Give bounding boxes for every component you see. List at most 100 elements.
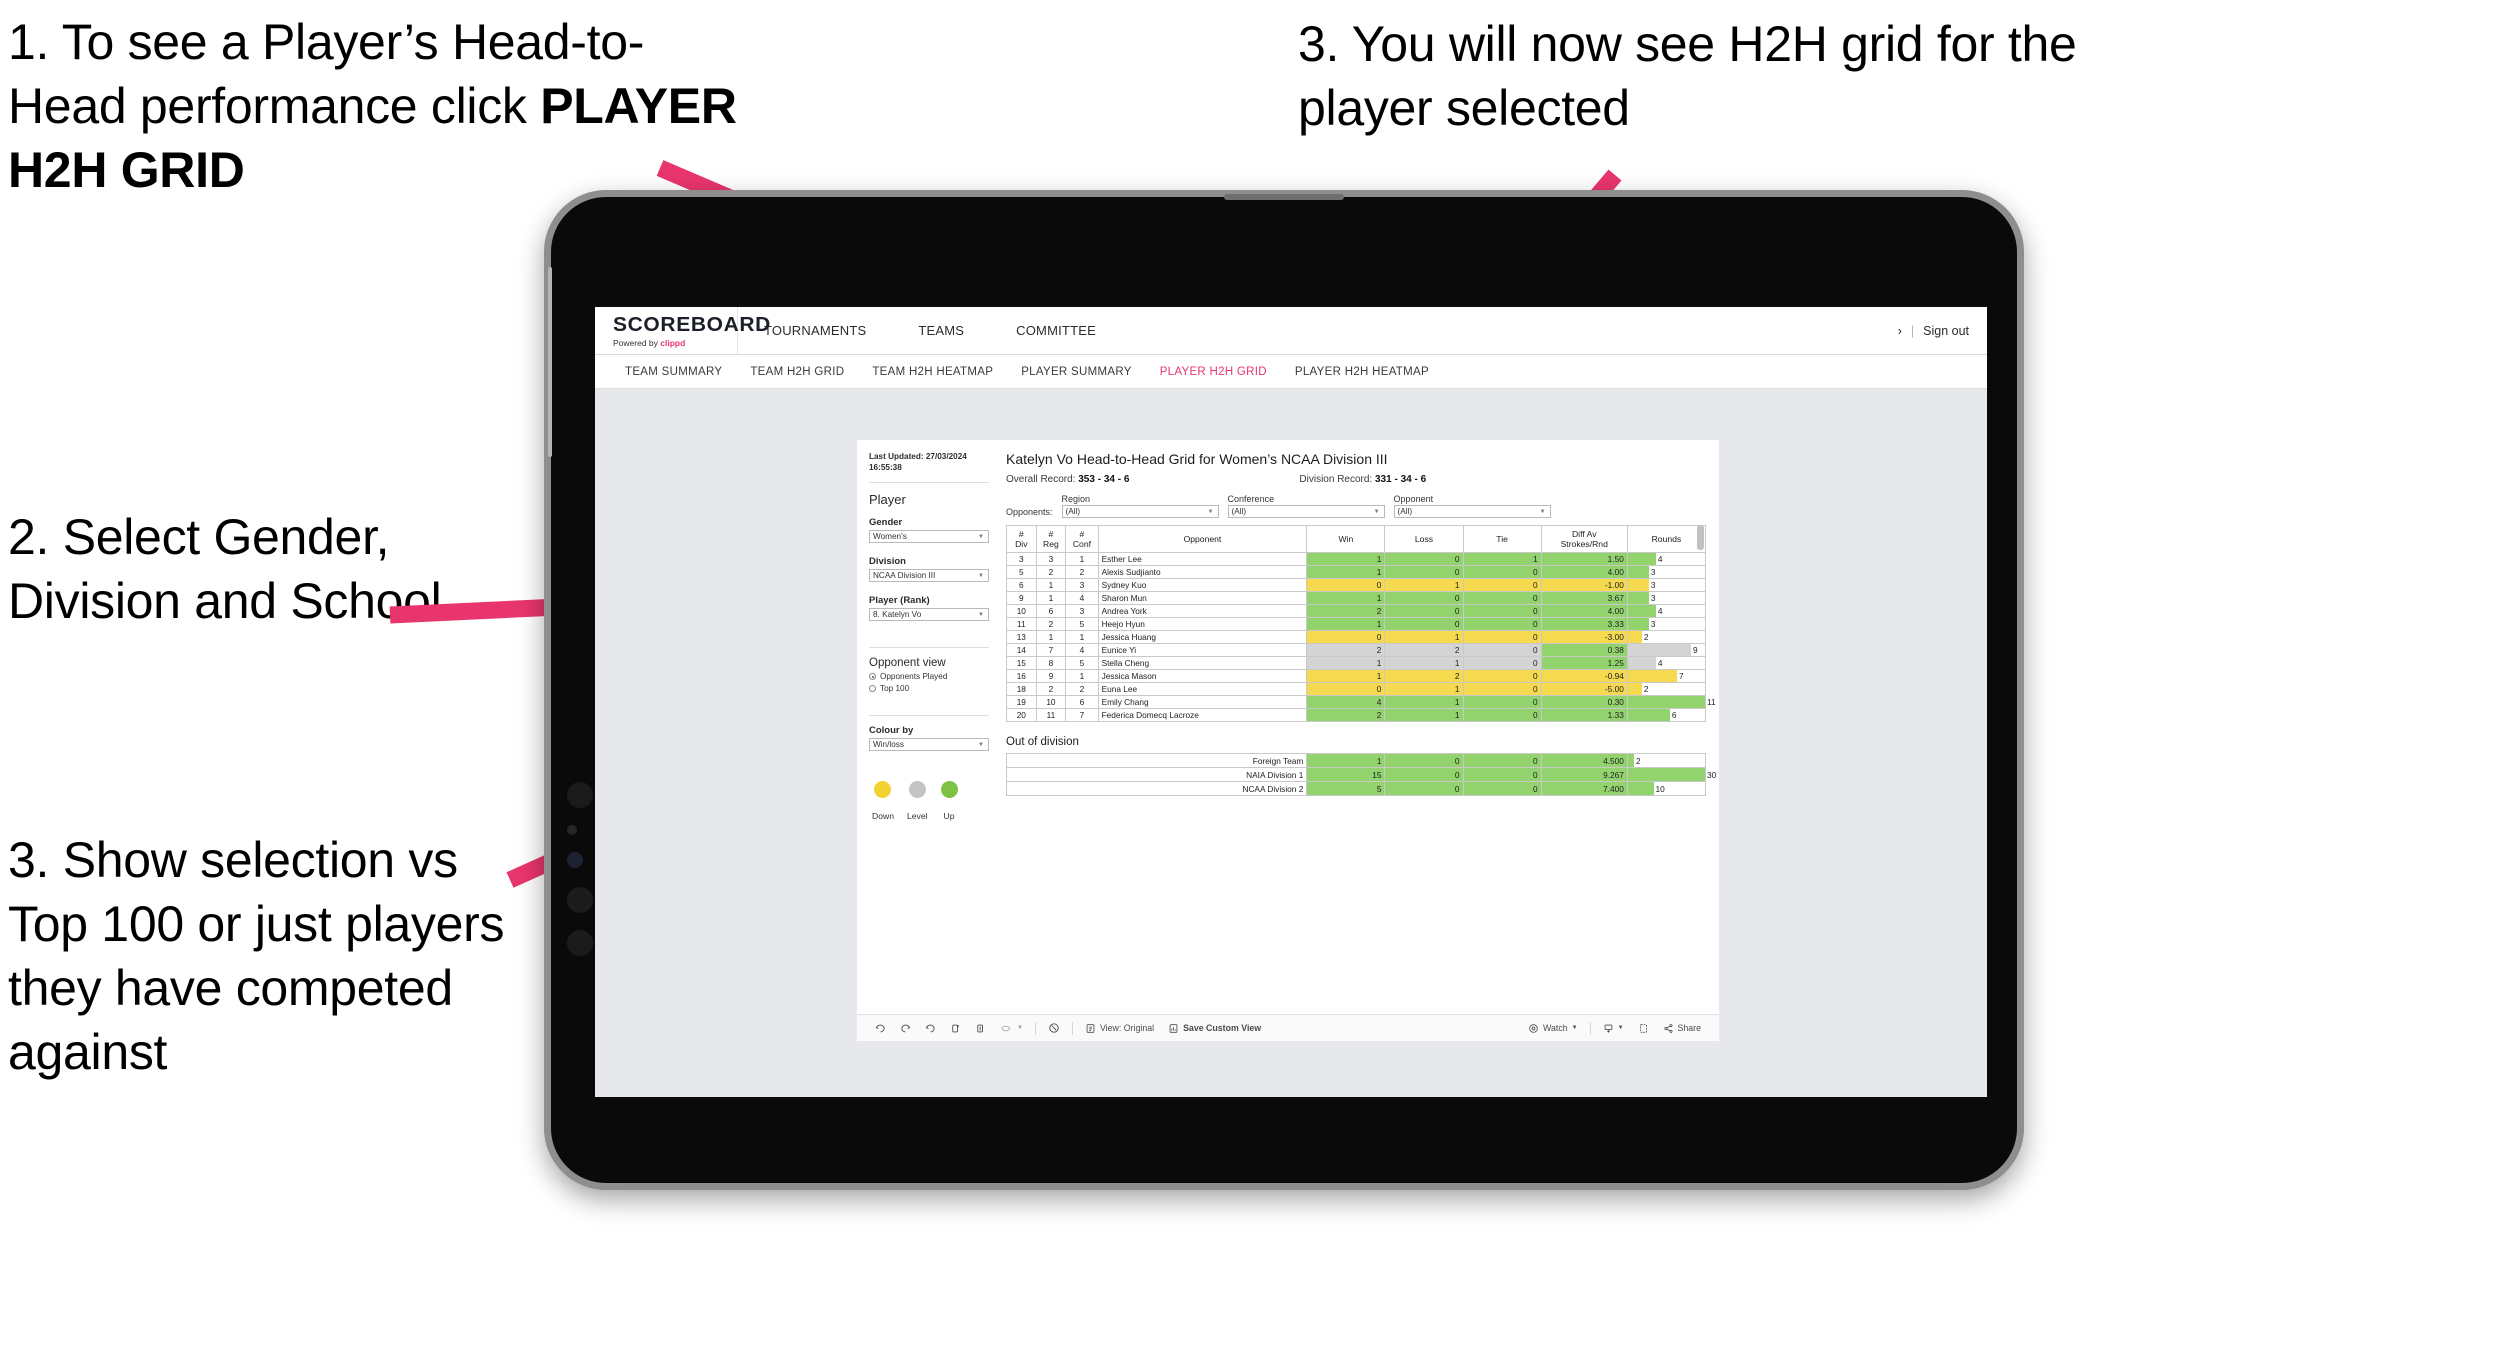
division-filter-select[interactable]: NCAA Division III ▼ <box>869 569 989 583</box>
cell-reg: 1 <box>1035 630 1067 644</box>
last-updated-text: Last Updated: 27/03/2024 16:55:38 <box>869 452 967 473</box>
save-custom-view-label: Save Custom View <box>1183 1023 1262 1033</box>
sign-out-link[interactable]: Sign out <box>1923 324 1969 338</box>
chevron-down-icon: ▼ <box>1207 508 1214 515</box>
undo-button[interactable] <box>868 1023 893 1034</box>
cell-loss: 1 <box>1384 630 1464 644</box>
redo-button[interactable] <box>893 1023 918 1034</box>
opponent-filter-select[interactable]: (All) ▼ <box>1393 505 1551 518</box>
cell-opponent: Esther Lee <box>1097 552 1308 566</box>
out-of-division-row[interactable]: Foreign Team 1 0 0 4.500 2 <box>1005 753 1707 768</box>
table-row[interactable]: 13 1 1 Jessica Huang 0 1 0 -3.00 2 <box>1006 630 1707 644</box>
reset-button[interactable] <box>1041 1022 1067 1034</box>
tab-team-summary[interactable]: TEAM SUMMARY <box>611 366 736 378</box>
tablet-microphone <box>567 825 577 835</box>
colour-by-label: Colour by <box>869 725 914 737</box>
gender-filter-select[interactable]: Women’s ▼ <box>869 530 989 544</box>
divider <box>869 647 989 649</box>
player-rank-filter-select[interactable]: 8. Katelyn Vo ▼ <box>869 608 989 622</box>
table-row[interactable]: 6 1 3 Sydney Kuo 0 1 0 -1.00 3 <box>1006 578 1707 592</box>
cell-div: 5 <box>1006 565 1037 579</box>
cell-diff: 0.30 <box>1540 695 1628 709</box>
table-scrollbar[interactable] <box>1697 525 1704 722</box>
cell-rounds: 4 <box>1626 656 1707 670</box>
radio-top-100[interactable]: Top 100 <box>869 684 989 693</box>
division-record-label: Division Record: <box>1299 474 1375 485</box>
tab-player-h2h-grid[interactable]: PLAYER H2H GRID <box>1146 366 1281 378</box>
table-row[interactable]: 14 7 4 Eunice Yi 2 2 0 0.38 9 <box>1006 643 1707 657</box>
cell-rounds: 3 <box>1626 591 1707 605</box>
conference-filter-value: (All) <box>1231 507 1247 516</box>
download-button[interactable]: ▼ <box>1596 1023 1631 1034</box>
table-row[interactable]: 16 9 1 Jessica Mason 1 2 0 -0.94 7 <box>1006 669 1707 683</box>
out-of-division-row[interactable]: NAIA Division 1 15 0 0 9.267 30 <box>1005 767 1716 782</box>
nav-item-teams[interactable]: TEAMS <box>892 307 990 354</box>
radio-opponents-played[interactable]: Opponents Played <box>869 672 989 681</box>
cell-reg: 8 <box>1035 656 1067 670</box>
cell-win: 2 <box>1306 643 1386 657</box>
brand-name: SCOREBOARD <box>613 313 771 336</box>
brand-tagline-accent: clippd <box>660 337 686 348</box>
pause-button[interactable] <box>968 1023 993 1034</box>
filter-sidebar: Last Updated: 27/03/2024 16:55:38 Player… <box>857 440 1001 1014</box>
table-row[interactable]: 20 11 7 Federica Domecq Lacroze 2 1 0 1.33 6 <box>1006 708 1707 722</box>
tab-team-h2h-grid[interactable]: TEAM H2H GRID <box>736 366 858 378</box>
divider <box>869 715 989 717</box>
cell-win: 15 <box>1306 767 1386 782</box>
colour-by-select[interactable]: Win/loss ▼ <box>869 738 989 752</box>
view-original-button[interactable]: View: Original <box>1078 1023 1161 1034</box>
tablet-button-power <box>567 930 593 956</box>
cell-reg: 10 <box>1035 695 1067 709</box>
table-row[interactable]: 9 1 4 Sharon Mun 1 0 0 3.67 3 <box>1006 591 1707 605</box>
radio-top-100-label: Top 100 <box>880 684 910 694</box>
save-custom-view-button[interactable]: Save Custom View <box>1161 1023 1268 1034</box>
region-filter-select[interactable]: (All) ▼ <box>1061 505 1219 518</box>
cell-diff: -0.94 <box>1540 669 1628 683</box>
tab-player-summary[interactable]: PLAYER SUMMARY <box>1007 366 1146 378</box>
table-row[interactable]: 19 10 6 Emily Chang 4 1 0 0.30 11 <box>1006 695 1716 709</box>
refresh-button[interactable] <box>943 1023 968 1034</box>
table-row[interactable]: 10 6 3 Andrea York 2 0 0 4.00 4 <box>1006 604 1707 618</box>
table-row[interactable]: 15 8 5 Stella Cheng 1 1 0 1.25 4 <box>1006 656 1707 670</box>
viz-main-pane: Katelyn Vo Head-to-Head Grid for Women’s… <box>1001 440 1719 1014</box>
cell-win: 0 <box>1306 630 1386 644</box>
table-row[interactable]: 5 2 2 Alexis Sudjianto 1 0 0 4.00 3 <box>1006 565 1707 579</box>
cell-div: 3 <box>1006 552 1037 566</box>
cell-tie: 1 <box>1462 552 1542 566</box>
highlight-button[interactable]: ▼ <box>993 1023 1030 1034</box>
tab-player-h2h-heatmap[interactable]: PLAYER H2H HEATMAP <box>1281 366 1443 378</box>
radio-icon-selected <box>869 673 876 681</box>
cell-tie: 0 <box>1462 656 1542 670</box>
cell-opponent: Euna Lee <box>1097 682 1308 696</box>
col-reg: # Reg <box>1035 525 1067 553</box>
h2h-grid-table: # Div # Reg # Conf Opponent Win Loss Tie Di… <box>1006 525 1716 722</box>
legend-item-down: Down <box>872 781 894 824</box>
table-body: 3 3 1 Esther Lee 1 0 1 1.50 4 5 2 2 Alexis Sudjianto… <box>1006 552 1716 722</box>
cell-div: 11 <box>1006 617 1037 631</box>
cell-group-label: Foreign Team <box>1005 753 1308 768</box>
revert-button[interactable] <box>918 1023 943 1034</box>
watch-button[interactable]: Watch ▼ <box>1521 1023 1585 1034</box>
cell-loss: 1 <box>1384 578 1464 592</box>
tab-team-h2h-heatmap[interactable]: TEAM H2H HEATMAP <box>858 366 1007 378</box>
cell-rounds: 3 <box>1626 565 1707 579</box>
sub-navigation: TEAM SUMMARY TEAM H2H GRID TEAM H2H HEAT… <box>595 355 1987 389</box>
tablet-camera-icon <box>567 852 583 868</box>
scrollbar-thumb[interactable] <box>1697 525 1704 550</box>
out-of-division-row[interactable]: NCAA Division 2 5 0 0 7.400 10 <box>1005 781 1707 796</box>
table-row[interactable]: 3 3 1 Esther Lee 1 0 1 1.50 4 <box>1006 552 1707 566</box>
cell-win: 5 <box>1306 781 1386 796</box>
table-row[interactable]: 18 2 2 Euna Lee 0 1 0 -5.00 2 <box>1006 682 1707 696</box>
conference-filter-select[interactable]: (All) ▼ <box>1227 505 1385 518</box>
col-win: Win <box>1306 525 1386 553</box>
table-row[interactable]: 11 2 5 Heejo Hyun 1 0 0 3.33 3 <box>1006 617 1707 631</box>
opponent-filter-value: (All) <box>1397 507 1413 516</box>
fullscreen-button[interactable] <box>1631 1023 1656 1034</box>
cell-diff: 1.50 <box>1540 552 1628 566</box>
dashboard-canvas: Last Updated: 27/03/2024 16:55:38 Player… <box>595 389 1987 1097</box>
nav-item-committee[interactable]: COMMITTEE <box>990 307 1122 354</box>
opponent-filter-label: Opponent <box>1393 494 1434 504</box>
cell-tie: 0 <box>1462 591 1542 605</box>
share-button[interactable]: Share <box>1656 1023 1708 1034</box>
account-chevron-icon[interactable]: › <box>1898 324 1902 338</box>
